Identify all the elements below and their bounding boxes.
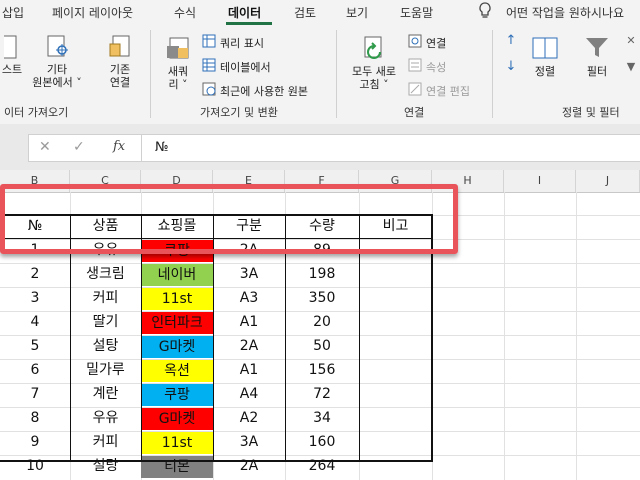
tab-view[interactable]: 보기 bbox=[346, 4, 368, 21]
filter-label: 필터 bbox=[586, 65, 608, 78]
column-header-c[interactable]: C bbox=[70, 170, 141, 192]
tab-formulas[interactable]: 수식 bbox=[174, 4, 196, 21]
tab-data[interactable]: 데이터 bbox=[228, 4, 261, 21]
table-line bbox=[285, 214, 286, 460]
tab-help[interactable]: 도움말 bbox=[400, 4, 433, 21]
ribbon-separator bbox=[492, 30, 493, 118]
connections-button[interactable]: 연결 bbox=[408, 34, 446, 51]
ribbon-tabs: 삽입 페이지 레이아웃 수식 데이터 검토 보기 도움말 어떤 작업을 원하시나… bbox=[0, 0, 640, 26]
filter-button[interactable]: 필터 bbox=[580, 34, 614, 78]
column-header-i[interactable]: I bbox=[504, 170, 576, 192]
table-line bbox=[359, 214, 360, 460]
refresh-all-button[interactable]: 모두 새로 고침 ˅ bbox=[346, 34, 402, 91]
properties-icon bbox=[408, 58, 422, 75]
lightbulb-icon bbox=[478, 2, 492, 24]
column-header-h[interactable]: H bbox=[432, 170, 504, 192]
column-header-j[interactable]: J bbox=[576, 170, 640, 192]
formula-divider bbox=[141, 135, 142, 161]
sort-descending-icon: ↓ bbox=[505, 59, 517, 74]
ribbon-separator bbox=[150, 30, 151, 118]
table-border bbox=[0, 214, 433, 462]
grid-line bbox=[504, 192, 505, 480]
chevron-down-icon: ˅ bbox=[178, 78, 188, 91]
new-query-label-1: 새쿼 bbox=[167, 65, 189, 78]
ribbon-data: 스트 기타 원본에서 ˅ 기존 연결 이터 가져오기 새쿼 리 ˅ 쿼리 표시 … bbox=[0, 26, 640, 125]
sort-ascending-button[interactable]: ↑ ↓ bbox=[500, 34, 522, 73]
refresh-all-label-1: 모두 새로 bbox=[352, 65, 396, 78]
other-sources-button[interactable]: 기타 원본에서 ˅ bbox=[32, 34, 82, 89]
table-line bbox=[141, 214, 142, 460]
refresh-icon bbox=[360, 34, 388, 65]
clear-filter-icon: ✕ bbox=[626, 34, 636, 47]
show-queries-label: 쿼리 표시 bbox=[220, 36, 264, 50]
formula-bar-area: ✕ ✓ fx № bbox=[0, 124, 640, 170]
grid-line bbox=[576, 192, 577, 480]
column-header-g[interactable]: G bbox=[359, 170, 432, 192]
table-line bbox=[0, 238, 432, 239]
ribbon-separator bbox=[336, 30, 337, 118]
document-icon bbox=[0, 34, 20, 63]
edit-links-icon bbox=[408, 82, 422, 99]
connections-label: 연결 bbox=[426, 36, 447, 50]
from-text-label: 스트 bbox=[1, 63, 23, 76]
chevron-down-icon: ˅ bbox=[379, 78, 389, 91]
formula-input[interactable]: № bbox=[155, 140, 169, 155]
cancel-icon[interactable]: ✕ bbox=[39, 139, 51, 155]
edit-links-button[interactable]: 연결 편집 bbox=[408, 82, 470, 99]
existing-connections-label-2: 연결 bbox=[109, 76, 131, 89]
refresh-all-label-2: 고침 bbox=[359, 78, 380, 91]
advanced-filter-icon: ▼ bbox=[626, 60, 636, 73]
from-table-label: 테이블에서 bbox=[220, 60, 271, 74]
sort-label: 정렬 bbox=[534, 65, 556, 78]
table-line bbox=[213, 214, 214, 460]
insert-function-icon[interactable]: fx bbox=[113, 139, 125, 154]
group-label-get-transform: 가져오기 및 변환 bbox=[200, 106, 278, 119]
group-label-sort-filter: 정렬 및 필터 bbox=[562, 106, 620, 119]
edit-links-label: 연결 편집 bbox=[426, 84, 470, 98]
new-query-label-2: 리 bbox=[168, 78, 179, 91]
tell-me-search[interactable]: 어떤 작업을 원하시나요 bbox=[506, 4, 624, 21]
new-query-button[interactable]: 새쿼 리 ˅ bbox=[160, 34, 196, 91]
properties-label: 속성 bbox=[426, 60, 447, 74]
sort-icon bbox=[531, 34, 559, 65]
advanced-filter-button[interactable]: ✕ ▼ bbox=[622, 34, 640, 73]
existing-connections-label-1: 기존 bbox=[109, 63, 131, 76]
connections-icon bbox=[408, 34, 422, 51]
column-header-d[interactable]: D bbox=[141, 170, 213, 192]
worksheet-grid[interactable]: № 상품 쇼핑몰 구분 수량 비고 1 우유 쿠팡 2A 89 2 생크림 네이버 3A 198 3… bbox=[0, 192, 640, 480]
tab-page-layout[interactable]: 페이지 레이아웃 bbox=[52, 4, 133, 21]
properties-button[interactable]: 속성 bbox=[408, 58, 446, 75]
confirm-icon[interactable]: ✓ bbox=[73, 139, 85, 155]
tab-review[interactable]: 검토 bbox=[294, 4, 316, 21]
group-label-get-data: 이터 가져오기 bbox=[4, 106, 69, 119]
show-queries-button[interactable]: 쿼리 표시 bbox=[202, 34, 264, 51]
column-headers: B C D E F G H I J bbox=[0, 170, 640, 193]
other-sources-label-1: 기타 bbox=[46, 63, 68, 76]
sort-ascending-icon: ↑ bbox=[505, 33, 517, 48]
existing-connections-button[interactable]: 기존 연결 bbox=[98, 34, 142, 89]
recent-icon bbox=[202, 82, 216, 99]
chevron-down-icon: ˅ bbox=[72, 76, 82, 89]
table-icon bbox=[202, 58, 216, 75]
recent-sources-label: 최근에 사용한 원본 bbox=[220, 84, 308, 98]
column-header-e[interactable]: E bbox=[213, 170, 285, 192]
active-tab-indicator bbox=[226, 22, 272, 25]
from-text-button[interactable]: 스트 bbox=[0, 34, 24, 76]
table-line bbox=[70, 214, 71, 460]
sort-button[interactable]: 정렬 bbox=[528, 34, 562, 78]
tab-insert[interactable]: 삽입 bbox=[2, 4, 24, 21]
column-header-f[interactable]: F bbox=[285, 170, 359, 192]
recent-sources-button[interactable]: 최근에 사용한 원본 bbox=[202, 82, 308, 99]
table-icon bbox=[202, 34, 216, 51]
new-query-icon bbox=[164, 34, 192, 65]
from-table-button[interactable]: 테이블에서 bbox=[202, 58, 271, 75]
existing-connections-icon bbox=[107, 34, 133, 63]
formula-bar: ✕ ✓ fx № bbox=[28, 134, 640, 162]
group-label-connections: 연결 bbox=[404, 106, 425, 119]
other-sources-label-2: 원본에서 bbox=[32, 76, 73, 89]
column-header-b[interactable]: B bbox=[0, 170, 70, 192]
other-sources-icon bbox=[44, 34, 70, 63]
filter-icon bbox=[583, 34, 611, 65]
